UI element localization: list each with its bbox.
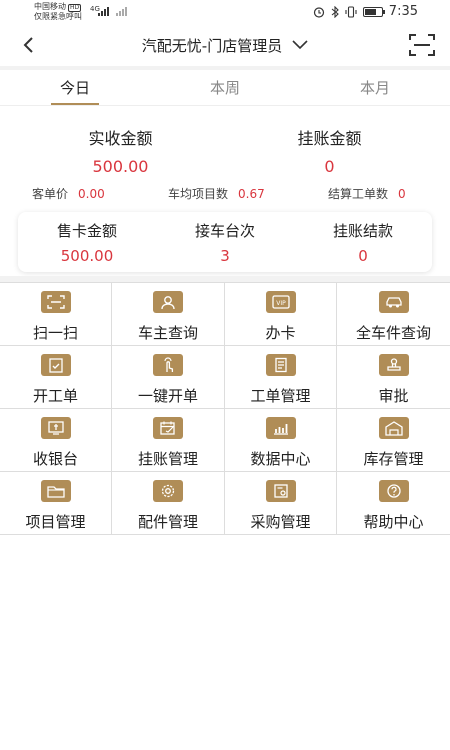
received-value: 500.00 [92, 157, 149, 176]
carrier-info: 中国移动 HD 仅限紧急呼叫 [34, 2, 82, 21]
menu-purchase-management[interactable]: 采购管理 [225, 472, 337, 535]
alarm-icon [313, 6, 324, 18]
status-right: 7:35 [313, 4, 418, 19]
on-account-label: 挂账金额 [297, 129, 362, 148]
menu-scan[interactable]: 扫一扫 [0, 283, 112, 346]
hd-badge: HD [68, 4, 82, 12]
signal-icon [98, 6, 109, 16]
scan-icon [40, 291, 71, 313]
stamp-icon [378, 354, 409, 376]
stat-avg-ticket: 客单价 0.00 [32, 187, 105, 201]
menu-project-management[interactable]: 项目管理 [0, 472, 112, 535]
menu-help-center[interactable]: 帮助中心 [337, 472, 450, 535]
emergency-text: 仅限紧急呼叫 [34, 12, 82, 21]
card-settlement: 挂账结款 0 [332, 222, 393, 265]
menu-approval[interactable]: 审批 [337, 346, 450, 409]
document-icon [265, 354, 296, 376]
svg-text:VIP: VIP [276, 300, 286, 307]
calendar-edit-icon [153, 417, 183, 439]
signal-2-icon [116, 6, 127, 16]
menu-credit-management[interactable]: 挂账管理 [112, 409, 225, 472]
menu-parts-query[interactable]: 全车件查询 [337, 283, 450, 346]
period-tabs: 今日 本周 本月 [0, 70, 450, 106]
vip-card-icon: VIP [265, 291, 296, 313]
chart-icon [265, 417, 296, 439]
car-icon [378, 291, 409, 313]
stat-items-per-car: 车均项目数 0.67 [168, 187, 265, 201]
back-arrow-icon[interactable] [18, 34, 40, 56]
tab-month[interactable]: 本月 [300, 70, 450, 105]
store-role-selector[interactable]: 汽配无忧-门店管理员 [120, 32, 330, 58]
menu-data-center[interactable]: 数据中心 [225, 409, 337, 472]
menu-open-order[interactable]: 开工单 [0, 346, 112, 409]
clock: 7:35 [388, 4, 418, 19]
on-account-value: 0 [324, 157, 335, 176]
function-grid: 扫一扫 车主查询 VIP 办卡 全车件查询 开工单 一键开单 工单管理 审批 收… [0, 282, 450, 535]
menu-issue-card[interactable]: VIP 办卡 [225, 283, 337, 346]
gear-icon [153, 480, 183, 502]
card-sales: 售卡金额 500.00 [56, 222, 117, 265]
bluetooth-icon [331, 5, 339, 18]
purchase-icon [265, 480, 296, 502]
app-header: 汽配无忧-门店管理员 [0, 24, 450, 66]
menu-cashier[interactable]: 收银台 [0, 409, 112, 472]
help-icon [378, 480, 409, 502]
clipboard-check-icon [40, 354, 71, 376]
received-amount: 实收金额 500.00 [8, 125, 233, 176]
carrier-name: 中国移动 [34, 2, 66, 11]
status-bar: 中国移动 HD 仅限紧急呼叫 4G 7:35 [0, 0, 450, 24]
tap-icon [153, 354, 183, 376]
menu-order-management[interactable]: 工单管理 [225, 346, 337, 409]
stat-settled-orders: 结算工单数 0 [328, 187, 406, 201]
summary-card: 售卡金额 500.00 接车台次 3 挂账结款 0 [18, 212, 432, 272]
tab-week[interactable]: 本周 [150, 70, 300, 105]
cashier-icon [40, 417, 71, 439]
warehouse-icon [378, 417, 409, 439]
received-label: 实收金额 [88, 129, 153, 148]
card-reception: 接车台次 3 [194, 222, 255, 265]
page-title: 汽配无忧-门店管理员 [141, 36, 283, 55]
on-account-amount: 挂账金额 0 [217, 125, 442, 176]
tab-today[interactable]: 今日 [0, 70, 150, 105]
folder-icon [40, 480, 71, 502]
menu-parts-management[interactable]: 配件管理 [112, 472, 225, 535]
chevron-down-icon [292, 40, 308, 50]
menu-quick-order[interactable]: 一键开单 [112, 346, 225, 409]
small-stats: 客单价 0.00 车均项目数 0.67 结算工单数 0 [0, 185, 450, 205]
menu-owner-query[interactable]: 车主查询 [112, 283, 225, 346]
vibrate-icon [345, 5, 357, 18]
scan-code-icon[interactable] [408, 32, 436, 58]
battery-icon [362, 6, 385, 17]
user-icon [153, 291, 183, 313]
menu-inventory[interactable]: 库存管理 [337, 409, 450, 472]
